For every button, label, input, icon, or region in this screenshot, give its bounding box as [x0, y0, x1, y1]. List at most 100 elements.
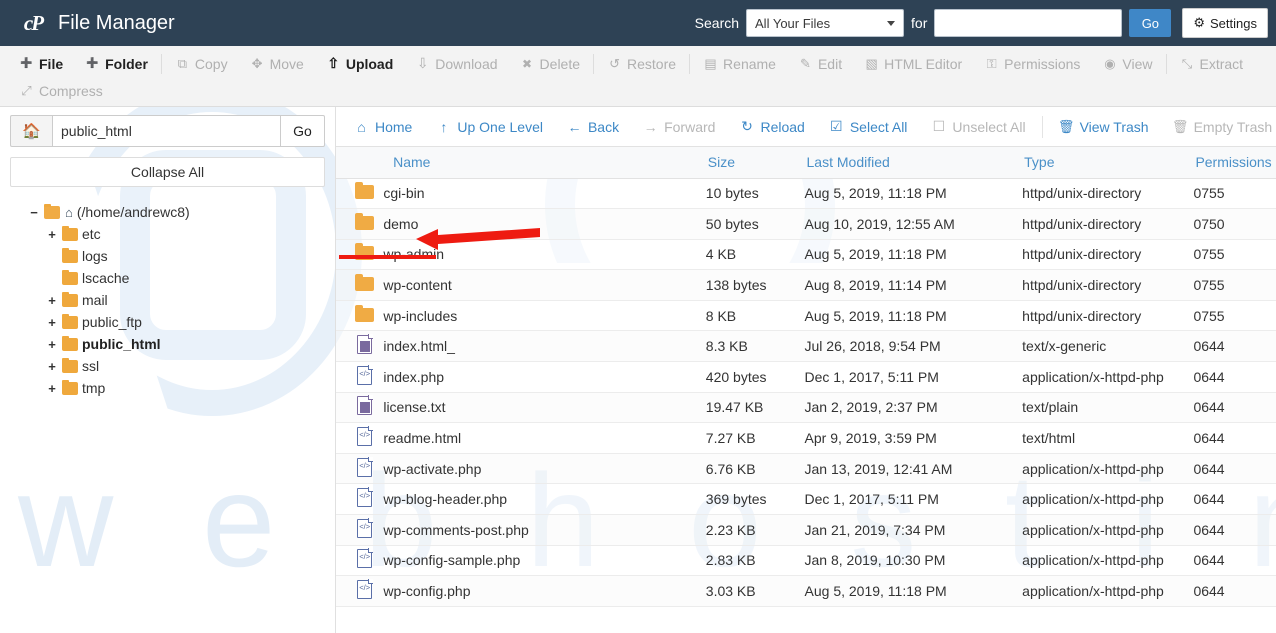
- table-row[interactable]: </> wp-config-sample.php 2.83 KB Jan 8, 201…: [336, 545, 1276, 577]
- toolbar-move-button: ✥ Move: [239, 51, 315, 77]
- row-name-cell[interactable]: index.html_: [381, 330, 706, 363]
- code-file-icon: </>: [357, 579, 374, 600]
- row-name-cell[interactable]: cgi-bin: [381, 178, 706, 210]
- row-permissions-cell: 0755: [1193, 239, 1276, 271]
- expand-icon[interactable]: +: [46, 381, 58, 396]
- row-select-cell[interactable]: [336, 330, 349, 363]
- row-select-cell[interactable]: [336, 575, 349, 607]
- row-name-cell[interactable]: wp-activate.php: [381, 453, 706, 485]
- nav-view-trash-button[interactable]: 🗑 View Trash: [1047, 114, 1161, 140]
- nav-home-button[interactable]: ⌂ Home: [342, 114, 424, 140]
- column-header-size[interactable]: Size: [705, 147, 805, 179]
- trash-icon: 🗑: [1057, 118, 1075, 134]
- expand-icon[interactable]: +: [46, 337, 58, 352]
- column-header-last-modified[interactable]: Last Modified: [804, 147, 1023, 179]
- row-icon-cell: [348, 269, 382, 301]
- table-row[interactable]: </> readme.html 7.27 KB Apr 9, 2019, 3:59 P…: [336, 422, 1276, 454]
- tree-item-ssl[interactable]: + ssl: [10, 355, 325, 377]
- row-select-cell[interactable]: [336, 361, 349, 393]
- row-size-cell: 3.03 KB: [705, 575, 805, 607]
- row-select-cell[interactable]: [336, 545, 349, 577]
- tree-item-public_html[interactable]: + public_html: [10, 333, 325, 355]
- row-type-cell: text/html: [1022, 422, 1194, 454]
- row-name-cell[interactable]: readme.html: [381, 422, 706, 454]
- nav-reload-button[interactable]: ↻ Reload: [727, 114, 816, 140]
- row-name-cell[interactable]: wp-content: [381, 269, 706, 301]
- home-icon[interactable]: 🏠: [10, 115, 52, 147]
- row-name-cell[interactable]: wp-comments-post.php: [381, 514, 706, 546]
- row-name-cell[interactable]: wp-blog-header.php: [381, 483, 706, 516]
- path-go-button[interactable]: Go: [281, 115, 325, 147]
- home-icon: ⌂: [65, 204, 73, 220]
- nav-select-all-button[interactable]: ☑ Select All: [817, 114, 920, 140]
- toolbar-file-button[interactable]: ➕ File: [8, 51, 74, 77]
- row-select-cell[interactable]: [336, 483, 349, 516]
- toolbar-divider: [1165, 53, 1167, 74]
- row-name-cell[interactable]: license.txt: [381, 392, 706, 424]
- toolbar-rename-button: ▤ Rename: [692, 51, 787, 77]
- column-header-type[interactable]: Type: [1022, 147, 1194, 179]
- row-name-cell[interactable]: wp-includes: [381, 300, 706, 332]
- tree-item-homeandrewc8[interactable]: − ⌂ (/home/andrewc8): [10, 201, 325, 223]
- column-header-name[interactable]: Name: [348, 147, 706, 179]
- row-select-cell[interactable]: [336, 392, 349, 424]
- search-input[interactable]: [934, 9, 1123, 37]
- row-select-cell[interactable]: [336, 208, 349, 240]
- table-row[interactable]: </> index.php 420 bytes Dec 1, 2017, 5:11 P…: [336, 361, 1276, 393]
- row-type-cell: httpd/unix-directory: [1022, 208, 1194, 240]
- row-name-cell[interactable]: wp-config-sample.php: [381, 545, 706, 577]
- table-row[interactable]: cgi-bin 10 bytes Aug 5, 2019, 11:18 PM http…: [336, 178, 1276, 210]
- expand-icon[interactable]: +: [46, 293, 58, 308]
- table-row[interactable]: wp-content 138 bytes Aug 8, 2019, 11:14 PM…: [336, 269, 1276, 301]
- path-input[interactable]: [52, 115, 281, 147]
- toolbar-upload-button[interactable]: ⇧ Upload: [315, 51, 404, 77]
- table-row[interactable]: license.txt 19.47 KB Jan 2, 2019, 2:37 PM t…: [336, 392, 1276, 424]
- expand-icon[interactable]: +: [46, 315, 58, 330]
- row-modified-cell: Jan 8, 2019, 10:30 PM: [804, 545, 1023, 577]
- row-icon-cell: [348, 178, 382, 210]
- text-file-icon: [357, 395, 374, 416]
- row-select-cell[interactable]: [336, 422, 349, 454]
- table-row[interactable]: </> wp-activate.php 6.76 KB Jan 13, 2019, 1…: [336, 453, 1276, 485]
- column-header-permissions[interactable]: Permissions: [1193, 147, 1276, 179]
- expand-icon[interactable]: +: [46, 359, 58, 374]
- collapse-all-button[interactable]: Collapse All: [10, 157, 325, 187]
- nav-item-label: View Trash: [1079, 118, 1149, 135]
- tree-item-lscache[interactable]: lscache: [10, 267, 325, 289]
- expand-icon[interactable]: +: [46, 227, 58, 242]
- row-select-cell[interactable]: [336, 514, 349, 546]
- row-name-cell[interactable]: index.php: [381, 361, 706, 393]
- nav-back-button[interactable]: ← Back: [555, 114, 631, 140]
- tree-item-public_ftp[interactable]: + public_ftp: [10, 311, 325, 333]
- tree-item-label: (/home/andrewc8): [76, 204, 190, 220]
- toolbar-item-label: File: [39, 55, 64, 72]
- folder-icon: [62, 313, 78, 329]
- table-row[interactable]: wp-includes 8 KB Aug 5, 2019, 11:18 PM http…: [336, 300, 1276, 332]
- toolbar-item-label: Download: [435, 55, 498, 72]
- row-select-cell[interactable]: [336, 269, 349, 301]
- tree-item-etc[interactable]: + etc: [10, 223, 325, 245]
- toolbar-edit-button: ✎ Edit: [787, 51, 853, 77]
- row-select-cell[interactable]: [336, 178, 349, 210]
- settings-button[interactable]: ⚙ Settings: [1182, 8, 1268, 38]
- compress-icon: ⤢: [21, 82, 32, 98]
- toolbar-folder-button[interactable]: ➕ Folder: [74, 51, 159, 77]
- pencil-icon: ✎: [800, 55, 811, 71]
- row-size-cell: 10 bytes: [705, 178, 805, 210]
- row-size-cell: 420 bytes: [705, 361, 805, 393]
- row-select-cell[interactable]: [336, 300, 349, 332]
- nav-up-one-level-button[interactable]: ↑ Up One Level: [424, 114, 555, 140]
- table-row[interactable]: </> wp-config.php 3.03 KB Aug 5, 2019, 11:1…: [336, 575, 1276, 607]
- row-select-cell[interactable]: [336, 453, 349, 485]
- search-go-button[interactable]: Go: [1129, 9, 1172, 37]
- table-row[interactable]: </> wp-blog-header.php 369 bytes Dec 1, 201…: [336, 483, 1276, 516]
- table-row[interactable]: </> wp-comments-post.php 2.23 KB Jan 21, 20…: [336, 514, 1276, 546]
- tree-item-mail[interactable]: + mail: [10, 289, 325, 311]
- tree-item-logs[interactable]: logs: [10, 245, 325, 267]
- row-name-cell[interactable]: wp-config.php: [381, 575, 706, 607]
- tree-item-tmp[interactable]: + tmp: [10, 377, 325, 399]
- search-scope-dropdown[interactable]: All Your Files: [746, 9, 905, 37]
- collapse-icon[interactable]: −: [28, 205, 40, 220]
- table-row[interactable]: index.html_ 8.3 KB Jul 26, 2018, 9:54 PM te…: [336, 330, 1276, 363]
- row-permissions-cell: 0755: [1193, 178, 1276, 210]
